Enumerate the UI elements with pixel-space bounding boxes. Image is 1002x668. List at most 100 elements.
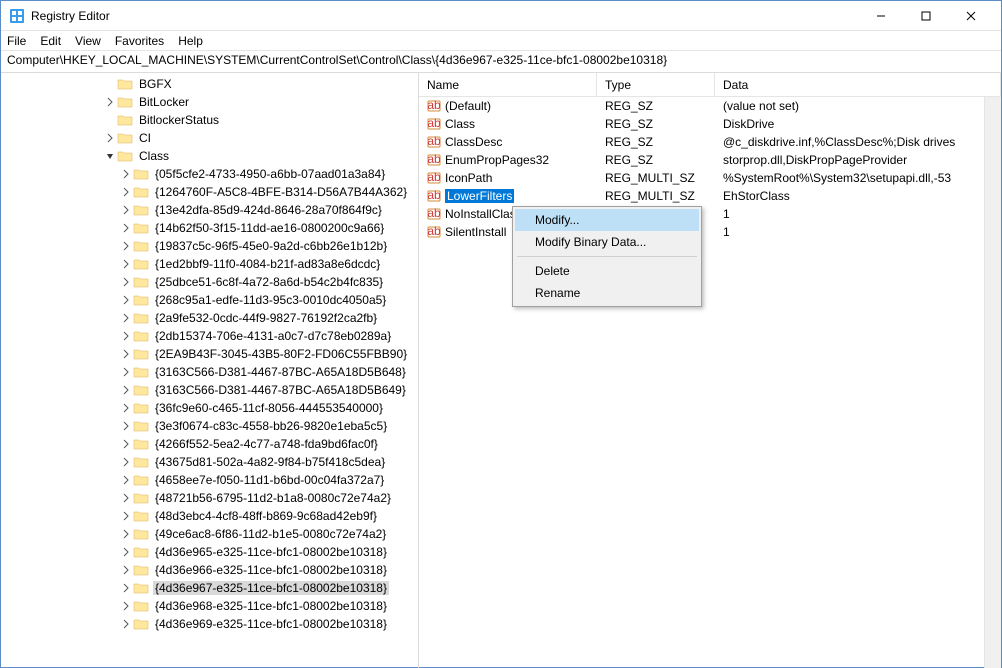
chevron-right-icon[interactable]	[119, 203, 133, 217]
tree-item[interactable]: {4d36e965-e325-11ce-bfc1-08002be10318}	[1, 543, 418, 561]
context-modify[interactable]: Modify...	[515, 209, 699, 231]
tree-item[interactable]: {4d36e969-e325-11ce-bfc1-08002be10318}	[1, 615, 418, 633]
chevron-right-icon[interactable]	[119, 275, 133, 289]
tree-item[interactable]: {13e42dfa-85d9-424d-8646-28a70f864f9c}	[1, 201, 418, 219]
menu-edit[interactable]: Edit	[40, 34, 61, 48]
value-data: 1	[715, 206, 1001, 222]
tree-item[interactable]: {19837c5c-96f5-45e0-9a2d-c6bb26e1b12b}	[1, 237, 418, 255]
chevron-right-icon[interactable]	[119, 257, 133, 271]
string-value-icon: ab	[427, 153, 441, 167]
context-rename[interactable]: Rename	[515, 282, 699, 304]
chevron-right-icon[interactable]	[119, 167, 133, 181]
chevron-right-icon[interactable]	[119, 599, 133, 613]
chevron-right-icon[interactable]	[103, 131, 117, 145]
value-row[interactable]: ab(Default)REG_SZ(value not set)	[419, 97, 1001, 115]
folder-icon	[117, 131, 133, 145]
tree-item[interactable]: {3163C566-D381-4467-87BC-A65A18D5B649}	[1, 381, 418, 399]
folder-icon	[133, 329, 149, 343]
chevron-right-icon[interactable]	[119, 347, 133, 361]
tree-item[interactable]: {2a9fe532-0cdc-44f9-9827-76192f2ca2fb}	[1, 309, 418, 327]
tree-item[interactable]: Class	[1, 147, 418, 165]
chevron-right-icon[interactable]	[119, 563, 133, 577]
menu-help[interactable]: Help	[178, 34, 203, 48]
folder-icon	[133, 491, 149, 505]
chevron-right-icon[interactable]	[119, 311, 133, 325]
tree-item[interactable]: {49ce6ac8-6f86-11d2-b1e5-0080c72e74a2}	[1, 525, 418, 543]
context-modify-binary[interactable]: Modify Binary Data...	[515, 231, 699, 253]
address-input[interactable]	[7, 53, 995, 67]
column-header-name[interactable]: Name	[419, 73, 597, 96]
column-header-data[interactable]: Data	[715, 73, 1001, 96]
tree-item[interactable]: {4266f552-5ea2-4c77-a748-fda9bd6fac0f}	[1, 435, 418, 453]
tree-item[interactable]: {268c95a1-edfe-11d3-95c3-0010dc4050a5}	[1, 291, 418, 309]
chevron-right-icon[interactable]	[119, 329, 133, 343]
chevron-right-icon[interactable]	[119, 509, 133, 523]
tree-item[interactable]: {3e3f0674-c83c-4558-bb26-9820e1eba5c5}	[1, 417, 418, 435]
folder-icon	[133, 347, 149, 361]
tree-item[interactable]: {2EA9B43F-3045-43B5-80F2-FD06C55FBB90}	[1, 345, 418, 363]
maximize-button[interactable]	[903, 2, 948, 30]
tree-item-label: BitlockerStatus	[137, 113, 221, 127]
chevron-right-icon[interactable]	[119, 383, 133, 397]
chevron-right-icon[interactable]	[119, 437, 133, 451]
values-scrollbar[interactable]	[984, 97, 1001, 668]
tree-item[interactable]: BGFX	[1, 75, 418, 93]
chevron-right-icon[interactable]	[119, 473, 133, 487]
tree-item[interactable]: {1264760F-A5C8-4BFE-B314-D56A7B44A362}	[1, 183, 418, 201]
chevron-right-icon[interactable]	[103, 95, 117, 109]
chevron-right-icon[interactable]	[119, 401, 133, 415]
chevron-right-icon[interactable]	[119, 239, 133, 253]
close-button[interactable]	[948, 2, 993, 30]
chevron-right-icon[interactable]	[119, 581, 133, 595]
folder-icon	[133, 203, 149, 217]
tree-item[interactable]: {43675d81-502a-4a82-9f84-b75f418c5dea}	[1, 453, 418, 471]
chevron-right-icon[interactable]	[119, 617, 133, 631]
value-data: (value not set)	[715, 98, 1001, 114]
tree-item[interactable]: CI	[1, 129, 418, 147]
tree-item[interactable]: {36fc9e60-c465-11cf-8056-444553540000}	[1, 399, 418, 417]
chevron-down-icon[interactable]	[103, 149, 117, 163]
tree-pane[interactable]: BGFX BitLocker BitlockerStatus CIClass{05f5…	[1, 73, 419, 668]
chevron-right-icon[interactable]	[119, 545, 133, 559]
value-row[interactable]: abEnumPropPages32REG_SZstorprop.dll,Disk…	[419, 151, 1001, 169]
tree-item[interactable]: {2db15374-706e-4131-a0c7-d7c78eb0289a}	[1, 327, 418, 345]
value-row[interactable]: abNoInstallClassREG_SZ1	[419, 205, 1001, 223]
tree-item[interactable]: {14b62f50-3f15-11dd-ae16-0800200c9a66}	[1, 219, 418, 237]
chevron-right-icon[interactable]	[119, 221, 133, 235]
tree-item[interactable]: {4d36e967-e325-11ce-bfc1-08002be10318}	[1, 579, 418, 597]
minimize-button[interactable]	[858, 2, 903, 30]
tree-item[interactable]: {3163C566-D381-4467-87BC-A65A18D5B648}	[1, 363, 418, 381]
tree-item[interactable]: {4658ee7e-f050-11d1-b6bd-00c04fa372a7}	[1, 471, 418, 489]
context-delete[interactable]: Delete	[515, 260, 699, 282]
chevron-right-icon[interactable]	[119, 419, 133, 433]
value-row[interactable]: abClassDescREG_SZ@c_diskdrive.inf,%Class…	[419, 133, 1001, 151]
tree-item[interactable]: {48d3ebc4-4cf8-48ff-b869-9c68ad42eb9f}	[1, 507, 418, 525]
chevron-right-icon[interactable]	[119, 527, 133, 541]
tree-item-label: BitLocker	[137, 95, 191, 109]
tree-item[interactable]: BitLocker	[1, 93, 418, 111]
column-header-type[interactable]: Type	[597, 73, 715, 96]
tree-item[interactable]: {25dbce51-6c8f-4a72-8a6d-b54c2b4fc835}	[1, 273, 418, 291]
tree-item[interactable]: {05f5cfe2-4733-4950-a6bb-07aad01a3a84}	[1, 165, 418, 183]
chevron-right-icon[interactable]	[119, 365, 133, 379]
tree-item[interactable]: {48721b56-6795-11d2-b1a8-0080c72e74a2}	[1, 489, 418, 507]
chevron-right-icon[interactable]	[119, 185, 133, 199]
menu-file[interactable]: File	[7, 34, 26, 48]
value-row[interactable]: abClassREG_SZDiskDrive	[419, 115, 1001, 133]
tree-item[interactable]: {4d36e968-e325-11ce-bfc1-08002be10318}	[1, 597, 418, 615]
menu-view[interactable]: View	[75, 34, 101, 48]
tree-item[interactable]: BitlockerStatus	[1, 111, 418, 129]
tree-item[interactable]: {4d36e966-e325-11ce-bfc1-08002be10318}	[1, 561, 418, 579]
value-row[interactable]: abIconPathREG_MULTI_SZ%SystemRoot%\Syste…	[419, 169, 1001, 187]
chevron-right-icon[interactable]	[119, 455, 133, 469]
menu-favorites[interactable]: Favorites	[115, 34, 164, 48]
value-data: EhStorClass	[715, 188, 1001, 204]
value-name: SilentInstall	[445, 225, 506, 239]
chevron-right-icon[interactable]	[119, 293, 133, 307]
tree-item-label: {2db15374-706e-4131-a0c7-d7c78eb0289a}	[153, 329, 393, 343]
tree-item[interactable]: {1ed2bbf9-11f0-4084-b21f-ad83a8e6dcdc}	[1, 255, 418, 273]
values-list[interactable]: ab(Default)REG_SZ(value not set)abClassR…	[419, 97, 1001, 668]
value-row[interactable]: abLowerFiltersREG_MULTI_SZEhStorClass	[419, 187, 1001, 205]
chevron-right-icon[interactable]	[119, 491, 133, 505]
value-row[interactable]: abSilentInstallREG_SZ1	[419, 223, 1001, 241]
